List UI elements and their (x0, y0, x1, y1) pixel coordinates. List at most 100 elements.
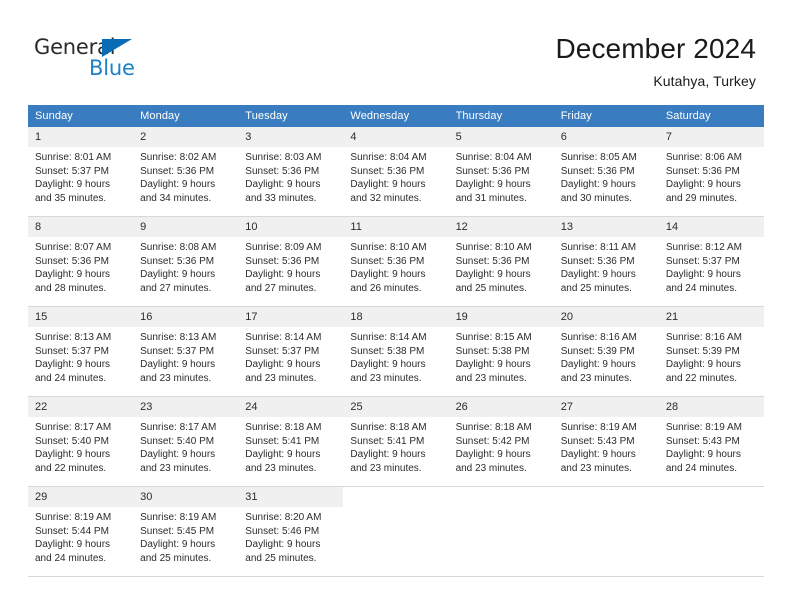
daylight-text-line1: Daylight: 9 hours (455, 269, 531, 281)
sunrise-text: Sunrise: 8:19 AM (35, 512, 112, 523)
day-details: Sunrise: 8:05 AM Sunset: 5:36 PM Daylight:… (554, 147, 659, 205)
daylight-text-line1: Daylight: 9 hours (560, 449, 636, 461)
daylight-text-line2: and 26 minutes. (350, 282, 422, 294)
day-number (448, 487, 554, 507)
day-number: 3 (238, 127, 344, 147)
sunset-text: Sunset: 5:40 PM (35, 435, 109, 447)
daylight-text-line1: Daylight: 9 hours (665, 449, 741, 461)
daylight-text-line2: and 35 minutes. (35, 192, 107, 204)
day-number: 12 (448, 217, 554, 237)
sunset-text: Sunset: 5:38 PM (350, 345, 425, 357)
daylight-text-line2: and 24 minutes. (665, 462, 738, 474)
calendar-day-cell[interactable]: 16 Sunrise: 8:13 AM Sunset: 5:37 PM Dayligh… (133, 306, 239, 397)
day-details: Sunrise: 8:07 AM Sunset: 5:36 PM Daylight:… (28, 237, 133, 295)
daylight-text-line1: Daylight: 9 hours (245, 179, 321, 191)
daylight-text-line1: Daylight: 9 hours (35, 539, 111, 551)
daylight-text-line1: Daylight: 9 hours (245, 539, 321, 551)
daylight-text-line1: Daylight: 9 hours (560, 179, 636, 191)
sunrise-text: Sunrise: 8:15 AM (455, 332, 532, 343)
day-details: Sunrise: 8:13 AM Sunset: 5:37 PM Daylight:… (28, 327, 133, 385)
daylight-text-line2: and 23 minutes. (245, 462, 317, 474)
weekday-header-sunday: Sunday (28, 105, 134, 127)
brand-logo[interactable]: General Blue (34, 36, 214, 88)
sunset-text: Sunset: 5:37 PM (140, 345, 215, 357)
daylight-text-line1: Daylight: 9 hours (35, 269, 111, 281)
sunrise-text: Sunrise: 8:10 AM (455, 242, 532, 253)
daylight-text-line1: Daylight: 9 hours (140, 539, 216, 551)
day-number: 19 (448, 307, 554, 327)
sunrise-text: Sunrise: 8:01 AM (35, 152, 112, 163)
sunrise-text: Sunrise: 8:03 AM (245, 152, 322, 163)
calendar-day-cell[interactable]: 12 Sunrise: 8:10 AM Sunset: 5:36 PM Dayligh… (448, 216, 554, 307)
calendar-day-cell[interactable]: 29 Sunrise: 8:19 AM Sunset: 5:44 PM Dayligh… (28, 486, 134, 577)
calendar-day-cell[interactable]: 1 Sunrise: 8:01 AM Sunset: 5:37 PM Daylight… (28, 127, 134, 217)
day-details: Sunrise: 8:12 AM Sunset: 5:37 PM Daylight:… (659, 237, 764, 295)
daylight-text-line1: Daylight: 9 hours (245, 449, 321, 461)
calendar-day-cell[interactable]: 31 Sunrise: 8:20 AM Sunset: 5:46 PM Dayligh… (238, 486, 344, 577)
calendar-day-cell[interactable]: 2 Sunrise: 8:02 AM Sunset: 5:36 PM Daylight… (133, 127, 239, 217)
calendar-day-cell[interactable]: 19 Sunrise: 8:15 AM Sunset: 5:38 PM Dayligh… (448, 306, 554, 397)
calendar-day-cell[interactable]: 6 Sunrise: 8:05 AM Sunset: 5:36 PM Daylight… (553, 127, 659, 217)
day-number: 29 (28, 487, 134, 507)
daylight-text-line2: and 25 minutes. (560, 282, 632, 294)
calendar-day-cell[interactable]: 20 Sunrise: 8:16 AM Sunset: 5:39 PM Dayligh… (553, 306, 659, 397)
day-number: 6 (553, 127, 659, 147)
sunrise-text: Sunrise: 8:02 AM (140, 152, 217, 163)
day-details: Sunrise: 8:19 AM Sunset: 5:45 PM Daylight:… (133, 507, 238, 565)
day-number: 11 (343, 217, 449, 237)
calendar-day-cell[interactable]: 27 Sunrise: 8:19 AM Sunset: 5:43 PM Dayligh… (553, 396, 659, 487)
sunset-text: Sunset: 5:45 PM (140, 525, 215, 537)
calendar-day-cell[interactable]: 4 Sunrise: 8:04 AM Sunset: 5:36 PM Daylight… (343, 127, 449, 217)
calendar-day-cell[interactable]: 18 Sunrise: 8:14 AM Sunset: 5:38 PM Dayligh… (343, 306, 449, 397)
daylight-text-line2: and 29 minutes. (665, 192, 738, 204)
day-number: 24 (238, 397, 344, 417)
calendar-week-row: 8 Sunrise: 8:07 AM Sunset: 5:36 PM Daylight… (28, 216, 764, 307)
day-number: 21 (658, 307, 764, 327)
day-details: Sunrise: 8:06 AM Sunset: 5:36 PM Daylight:… (659, 147, 764, 205)
calendar-day-cell[interactable]: 23 Sunrise: 8:17 AM Sunset: 5:40 PM Dayligh… (133, 396, 239, 487)
page-header: General Blue December 2024 Kutahya, Turk… (0, 0, 792, 100)
daylight-text-line2: and 33 minutes. (245, 192, 317, 204)
calendar-day-cell[interactable]: 22 Sunrise: 8:17 AM Sunset: 5:40 PM Dayligh… (28, 396, 134, 487)
daylight-text-line1: Daylight: 9 hours (245, 269, 321, 281)
day-details: Sunrise: 8:14 AM Sunset: 5:38 PM Daylight:… (343, 327, 448, 385)
calendar-day-cell[interactable]: 24 Sunrise: 8:18 AM Sunset: 5:41 PM Dayligh… (238, 396, 344, 487)
sunrise-text: Sunrise: 8:07 AM (35, 242, 112, 253)
sunrise-text: Sunrise: 8:13 AM (35, 332, 112, 343)
calendar-day-cell[interactable]: 7 Sunrise: 8:06 AM Sunset: 5:36 PM Daylight… (658, 127, 764, 217)
calendar-day-cell[interactable]: 5 Sunrise: 8:04 AM Sunset: 5:36 PM Daylight… (448, 127, 554, 217)
weekday-header-tuesday: Tuesday (238, 105, 344, 127)
calendar-day-cell[interactable]: 13 Sunrise: 8:11 AM Sunset: 5:36 PM Dayligh… (553, 216, 659, 307)
calendar-day-cell[interactable]: 14 Sunrise: 8:12 AM Sunset: 5:37 PM Dayligh… (658, 216, 764, 307)
day-number: 2 (133, 127, 239, 147)
calendar-day-cell[interactable]: 28 Sunrise: 8:19 AM Sunset: 5:43 PM Dayligh… (658, 396, 764, 487)
calendar-day-cell[interactable]: 25 Sunrise: 8:18 AM Sunset: 5:41 PM Dayligh… (343, 396, 449, 487)
daylight-text-line1: Daylight: 9 hours (140, 359, 216, 371)
calendar-day-cell[interactable]: 26 Sunrise: 8:18 AM Sunset: 5:42 PM Dayligh… (448, 396, 554, 487)
calendar-week-row: 29 Sunrise: 8:19 AM Sunset: 5:44 PM Dayligh… (28, 486, 764, 577)
calendar-day-cell[interactable]: 17 Sunrise: 8:14 AM Sunset: 5:37 PM Dayligh… (238, 306, 344, 397)
page-subtitle: Kutahya, Turkey (653, 73, 756, 89)
day-details: Sunrise: 8:09 AM Sunset: 5:36 PM Daylight:… (238, 237, 343, 295)
sunrise-text: Sunrise: 8:18 AM (350, 422, 427, 433)
calendar-day-cell[interactable]: 9 Sunrise: 8:08 AM Sunset: 5:36 PM Daylight… (133, 216, 239, 307)
calendar-day-cell[interactable]: 15 Sunrise: 8:13 AM Sunset: 5:37 PM Dayligh… (28, 306, 134, 397)
daylight-text-line2: and 27 minutes. (140, 282, 212, 294)
sunrise-text: Sunrise: 8:13 AM (140, 332, 217, 343)
calendar-day-cell[interactable]: 3 Sunrise: 8:03 AM Sunset: 5:36 PM Daylight… (238, 127, 344, 217)
weekday-header-saturday: Saturday (658, 105, 764, 127)
weekday-header-wednesday: Wednesday (343, 105, 449, 127)
sunset-text: Sunset: 5:41 PM (350, 435, 425, 447)
daylight-text-line2: and 22 minutes. (665, 372, 738, 384)
daylight-text-line2: and 23 minutes. (350, 372, 422, 384)
calendar-day-cell[interactable]: 10 Sunrise: 8:09 AM Sunset: 5:36 PM Dayligh… (238, 216, 344, 307)
sunrise-text: Sunrise: 8:17 AM (140, 422, 217, 433)
daylight-text-line2: and 34 minutes. (140, 192, 212, 204)
sunset-text: Sunset: 5:39 PM (665, 345, 740, 357)
sunset-text: Sunset: 5:36 PM (560, 255, 635, 267)
calendar-day-cell[interactable]: 30 Sunrise: 8:19 AM Sunset: 5:45 PM Dayligh… (133, 486, 239, 577)
day-number: 1 (28, 127, 134, 147)
calendar-day-cell[interactable]: 21 Sunrise: 8:16 AM Sunset: 5:39 PM Dayligh… (658, 306, 764, 397)
calendar-day-cell[interactable]: 8 Sunrise: 8:07 AM Sunset: 5:36 PM Daylight… (28, 216, 134, 307)
calendar-day-cell[interactable]: 11 Sunrise: 8:10 AM Sunset: 5:36 PM Dayligh… (343, 216, 449, 307)
